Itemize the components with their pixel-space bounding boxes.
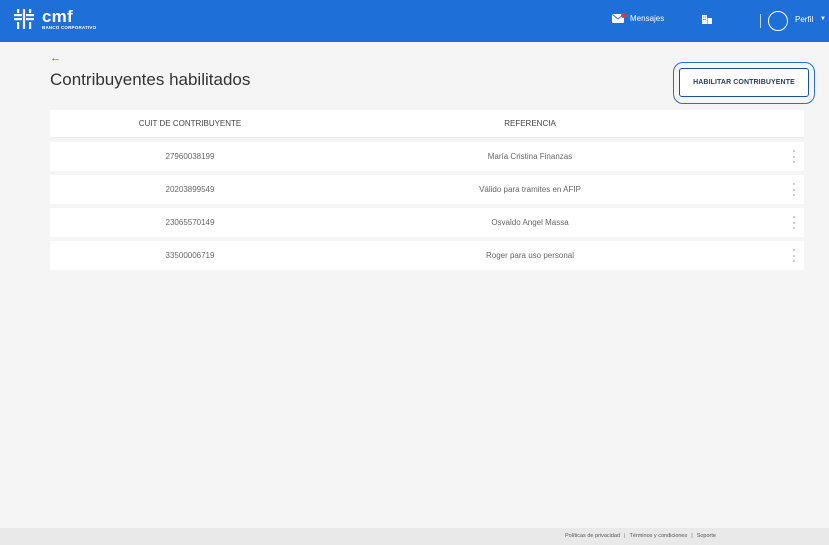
cuit-cell: 27960038199 — [165, 152, 215, 161]
building-icon[interactable] — [702, 14, 712, 24]
chevron-down-icon[interactable]: ▼ — [820, 16, 826, 22]
cmf-logo-icon — [14, 9, 34, 30]
support-link[interactable]: Soporte — [697, 533, 716, 539]
row-menu-icon[interactable] — [792, 216, 796, 229]
row-menu-icon[interactable] — [792, 183, 796, 196]
row-menu-icon[interactable] — [792, 150, 796, 163]
table-row[interactable]: 27960038199 María Cristina Finanzas — [50, 142, 804, 171]
top-bar: cmf BANCO CORPORATIVO Mensajes Perfil ▼ — [0, 0, 829, 42]
envelope-icon — [612, 13, 626, 23]
back-arrow-icon[interactable]: ← — [50, 53, 61, 64]
footer: Políticas de privacidad | Términos y condi… — [0, 528, 829, 545]
cuit-cell: 20203899549 — [165, 185, 215, 194]
privacy-link[interactable]: Políticas de privacidad — [565, 533, 620, 539]
messages-link[interactable]: Mensajes — [612, 13, 664, 23]
brand-logo[interactable]: cmf BANCO CORPORATIVO — [14, 8, 96, 31]
avatar[interactable] — [768, 11, 788, 31]
table-row[interactable]: 20203899549 Válido para tramites en AFIP — [50, 175, 804, 204]
table-row[interactable]: 23065570149 Osvaldo Angel Massa — [50, 208, 804, 237]
reference-cell: Osvaldo Angel Massa — [491, 218, 569, 227]
profile-menu-label[interactable]: Perfil — [795, 15, 813, 24]
brand-name: cmf — [42, 7, 73, 26]
page-title: Contribuyentes habilitados — [50, 70, 251, 89]
row-menu-icon[interactable] — [792, 249, 796, 262]
contribuyentes-table: CUIT DE CONTRIBUYENTE REFERENCIA 2796003… — [50, 110, 804, 270]
reference-cell: María Cristina Finanzas — [487, 152, 573, 161]
habilitar-contribuyente-button[interactable]: HABILITAR CONTRIBUYENTE — [679, 68, 809, 97]
messages-label: Mensajes — [630, 13, 665, 23]
column-header-cuit: CUIT DE CONTRIBUYENTE — [138, 119, 242, 128]
column-header-referencia: REFERENCIA — [504, 119, 556, 128]
footer-separator: | — [624, 533, 626, 539]
brand-text: cmf BANCO CORPORATIVO — [42, 8, 96, 31]
footer-separator: | — [691, 533, 693, 539]
cuit-cell: 23065570149 — [165, 218, 215, 227]
header-divider — [760, 14, 761, 28]
brand-subtitle: BANCO CORPORATIVO — [42, 25, 97, 30]
terms-link[interactable]: Términos y condiciones — [629, 533, 687, 539]
reference-cell: Válido para tramites en AFIP — [479, 185, 581, 194]
table-row[interactable]: 33500006719 Roger para uso personal — [50, 241, 804, 270]
footer-links: Políticas de privacidad | Términos y condi… — [565, 533, 716, 539]
table-header: CUIT DE CONTRIBUYENTE REFERENCIA — [50, 110, 804, 138]
cuit-cell: 33500006719 — [165, 251, 215, 260]
reference-cell: Roger para uso personal — [485, 251, 575, 260]
